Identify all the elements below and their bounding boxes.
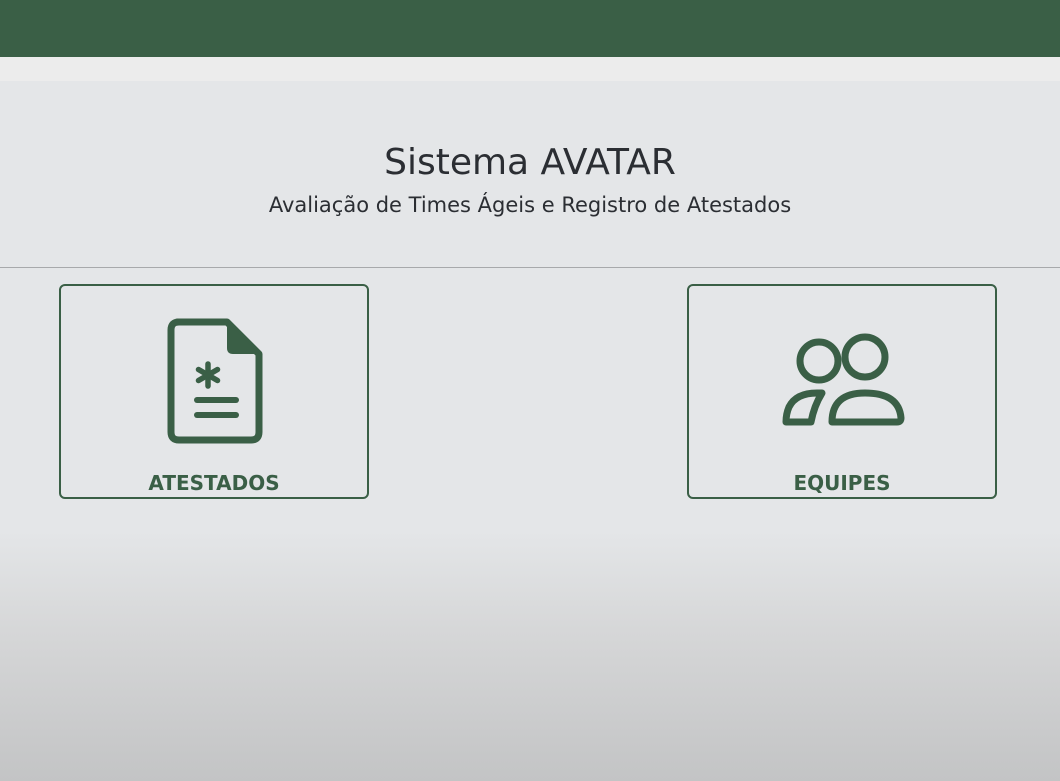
page-header: Sistema AVATAR Avaliação de Times Ágeis … [0, 81, 1060, 268]
atestados-label: ATESTADOS [148, 471, 280, 495]
people-group-icon [689, 286, 995, 456]
equipes-label: EQUIPES [793, 471, 891, 495]
page-subtitle: Avaliação de Times Ágeis e Registro de A… [268, 193, 792, 217]
medical-document-icon [61, 286, 367, 456]
atestados-card-button[interactable]: ATESTADOS [59, 284, 369, 499]
equipes-card-button[interactable]: EQUIPES [687, 284, 997, 499]
page-title: Sistema AVATAR [384, 142, 676, 183]
top-navigation-bar [0, 0, 1060, 57]
secondary-bar [0, 57, 1060, 81]
